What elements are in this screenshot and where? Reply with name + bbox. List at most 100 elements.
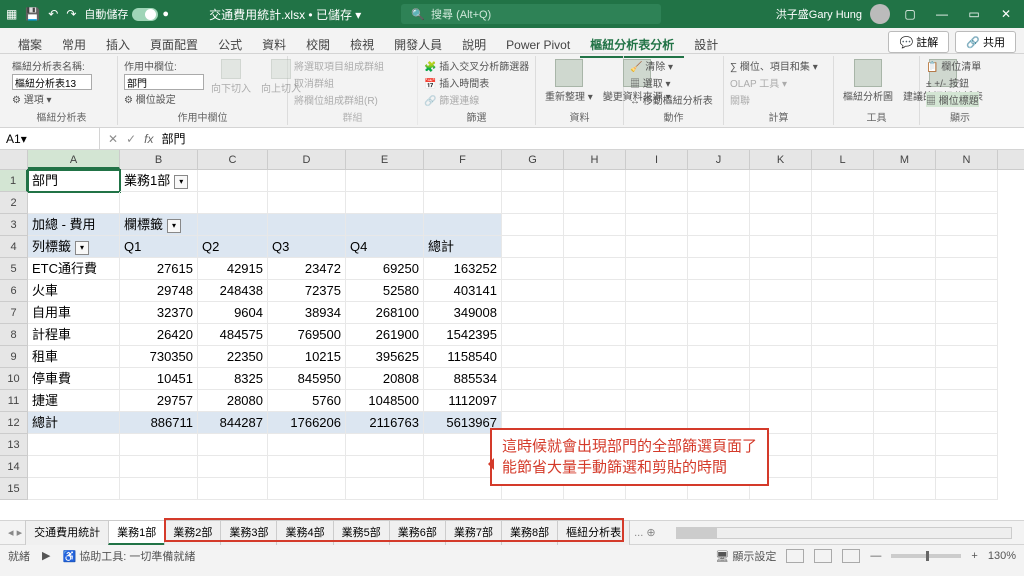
cell-I8[interactable] bbox=[626, 324, 688, 346]
cell-G2[interactable] bbox=[502, 192, 564, 214]
cell-F7[interactable]: 349008 bbox=[424, 302, 502, 324]
cell-A10[interactable]: 停車費 bbox=[28, 368, 120, 390]
sheet-tab-7[interactable]: 業務7部 bbox=[445, 520, 502, 545]
cell-C13[interactable] bbox=[198, 434, 268, 456]
cell-L1[interactable] bbox=[812, 170, 874, 192]
col-header-F[interactable]: F bbox=[424, 150, 502, 169]
cell-E6[interactable]: 52580 bbox=[346, 280, 424, 302]
cell-J8[interactable] bbox=[688, 324, 750, 346]
cell-H10[interactable] bbox=[564, 368, 626, 390]
row-header-15[interactable]: 15 bbox=[0, 478, 28, 500]
cell-M10[interactable] bbox=[874, 368, 936, 390]
tab-4[interactable]: 公式 bbox=[208, 34, 252, 56]
cell-J2[interactable] bbox=[688, 192, 750, 214]
horizontal-scrollbar[interactable] bbox=[676, 527, 1012, 539]
cell-C7[interactable]: 9604 bbox=[198, 302, 268, 324]
cell-G6[interactable] bbox=[502, 280, 564, 302]
save-icon[interactable]: 💾 bbox=[25, 7, 40, 21]
cell-I2[interactable] bbox=[626, 192, 688, 214]
cell-D12[interactable]: 1766206 bbox=[268, 412, 346, 434]
row-header-12[interactable]: 12 bbox=[0, 412, 28, 434]
page-layout-icon[interactable] bbox=[814, 549, 832, 563]
cell-K5[interactable] bbox=[750, 258, 812, 280]
cell-E1[interactable] bbox=[346, 170, 424, 192]
cell-M5[interactable] bbox=[874, 258, 936, 280]
move-pivot-button[interactable]: ↔ 移動樞紐分析表 bbox=[630, 92, 713, 107]
cell-C12[interactable]: 844287 bbox=[198, 412, 268, 434]
col-header-N[interactable]: N bbox=[936, 150, 998, 169]
close-icon[interactable]: ✕ bbox=[994, 7, 1018, 21]
row-header-13[interactable]: 13 bbox=[0, 434, 28, 456]
cell-H6[interactable] bbox=[564, 280, 626, 302]
cell-D13[interactable] bbox=[268, 434, 346, 456]
cell-L6[interactable] bbox=[812, 280, 874, 302]
tab-2[interactable]: 插入 bbox=[96, 34, 140, 56]
user-name[interactable]: 洪子盛Gary Hung bbox=[776, 6, 862, 22]
cell-D6[interactable]: 72375 bbox=[268, 280, 346, 302]
sheet-tab-6[interactable]: 業務6部 bbox=[389, 520, 446, 545]
cell-D5[interactable]: 23472 bbox=[268, 258, 346, 280]
sheet-tab-3[interactable]: 業務3部 bbox=[220, 520, 277, 545]
cell-J1[interactable] bbox=[688, 170, 750, 192]
display-settings[interactable]: 🖥 顯示設定 bbox=[715, 548, 776, 564]
select-all-corner[interactable] bbox=[0, 150, 28, 169]
cell-H11[interactable] bbox=[564, 390, 626, 412]
cell-D11[interactable]: 5760 bbox=[268, 390, 346, 412]
cell-M15[interactable] bbox=[874, 478, 936, 500]
cell-M9[interactable] bbox=[874, 346, 936, 368]
cell-F5[interactable]: 163252 bbox=[424, 258, 502, 280]
row-header-2[interactable]: 2 bbox=[0, 192, 28, 214]
cell-C15[interactable] bbox=[198, 478, 268, 500]
cell-N15[interactable] bbox=[936, 478, 998, 500]
cell-A3[interactable]: 加總 - 費用 bbox=[28, 214, 120, 236]
a11y-status[interactable]: ♿ 協助工具: 一切準備就緒 bbox=[62, 548, 195, 564]
cell-C6[interactable]: 248438 bbox=[198, 280, 268, 302]
cell-M12[interactable] bbox=[874, 412, 936, 434]
cell-B11[interactable]: 29757 bbox=[120, 390, 198, 412]
cell-J3[interactable] bbox=[688, 214, 750, 236]
cell-N4[interactable] bbox=[936, 236, 998, 258]
undo-icon[interactable]: ↶ bbox=[48, 7, 58, 21]
cell-H1[interactable] bbox=[564, 170, 626, 192]
cell-C10[interactable]: 8325 bbox=[198, 368, 268, 390]
cell-N10[interactable] bbox=[936, 368, 998, 390]
col-header-E[interactable]: E bbox=[346, 150, 424, 169]
cell-G4[interactable] bbox=[502, 236, 564, 258]
cell-B13[interactable] bbox=[120, 434, 198, 456]
cell-H4[interactable] bbox=[564, 236, 626, 258]
cell-M2[interactable] bbox=[874, 192, 936, 214]
cell-K3[interactable] bbox=[750, 214, 812, 236]
fields-items-button[interactable]: ∑ 欄位、項目和集 ▾ bbox=[730, 58, 818, 73]
row-header-8[interactable]: 8 bbox=[0, 324, 28, 346]
cell-L9[interactable] bbox=[812, 346, 874, 368]
cell-B12[interactable]: 886711 bbox=[120, 412, 198, 434]
cell-F10[interactable]: 885534 bbox=[424, 368, 502, 390]
pivot-name-input[interactable] bbox=[12, 74, 92, 90]
cell-N6[interactable] bbox=[936, 280, 998, 302]
select-button[interactable]: ▦ 選取 ▾ bbox=[630, 75, 671, 90]
cell-A5[interactable]: ETC通行費 bbox=[28, 258, 120, 280]
zoom-out-icon[interactable]: — bbox=[870, 550, 881, 562]
cell-F6[interactable]: 403141 bbox=[424, 280, 502, 302]
cell-L10[interactable] bbox=[812, 368, 874, 390]
row-header-3[interactable]: 3 bbox=[0, 214, 28, 236]
cell-G11[interactable] bbox=[502, 390, 564, 412]
cell-E10[interactable]: 20808 bbox=[346, 368, 424, 390]
cell-B7[interactable]: 32370 bbox=[120, 302, 198, 324]
search-box[interactable]: 🔍 搜尋 (Alt+Q) bbox=[401, 4, 661, 24]
tab-6[interactable]: 校閱 bbox=[296, 34, 340, 56]
cell-C11[interactable]: 28080 bbox=[198, 390, 268, 412]
cell-A15[interactable] bbox=[28, 478, 120, 500]
field-list-button[interactable]: 📋 欄位清單 bbox=[926, 58, 981, 73]
row-header-10[interactable]: 10 bbox=[0, 368, 28, 390]
cell-M7[interactable] bbox=[874, 302, 936, 324]
cell-A9[interactable]: 租車 bbox=[28, 346, 120, 368]
cell-N13[interactable] bbox=[936, 434, 998, 456]
cell-A6[interactable]: 火車 bbox=[28, 280, 120, 302]
cell-L5[interactable] bbox=[812, 258, 874, 280]
row-header-6[interactable]: 6 bbox=[0, 280, 28, 302]
row-header-9[interactable]: 9 bbox=[0, 346, 28, 368]
cell-K2[interactable] bbox=[750, 192, 812, 214]
cell-B15[interactable] bbox=[120, 478, 198, 500]
tab-10[interactable]: Power Pivot bbox=[496, 34, 580, 56]
